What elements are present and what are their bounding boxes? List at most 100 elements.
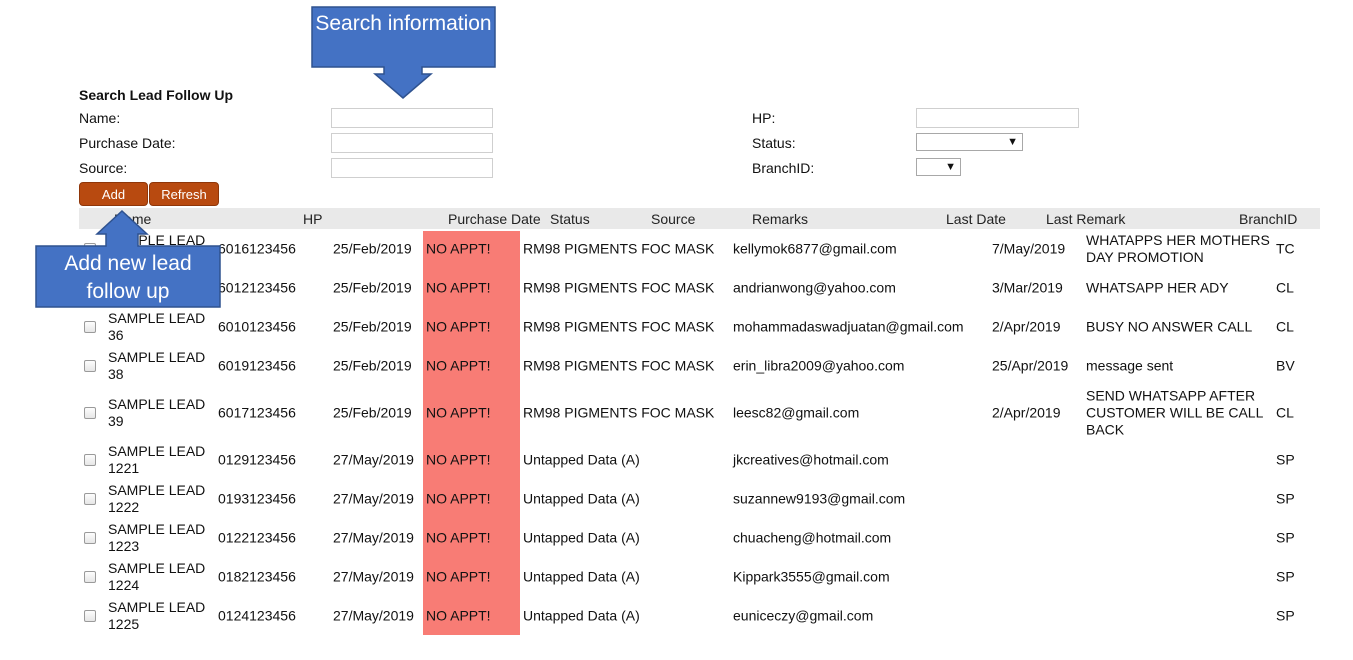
source-cell: Untapped Data (A) (523, 451, 640, 468)
purchase-date-cell: 25/Feb/2019 (333, 240, 412, 257)
hp-cell: 0193123456 (218, 490, 296, 507)
source-cell: Untapped Data (A) (523, 529, 640, 546)
name-label: Name: (79, 110, 121, 126)
hp-input[interactable] (916, 108, 1079, 128)
source-cell: RM98 PIGMENTS FOC MASK (523, 318, 715, 335)
name-cell: SAMPLE LEAD 36 (108, 310, 206, 343)
status-cell: NO APPT! (426, 404, 491, 421)
name-cell: SAMPLE LEAD 1222 (108, 482, 206, 515)
row-checkbox[interactable] (84, 321, 96, 333)
search-callout: Search information (311, 6, 496, 100)
purchase-date-cell: 25/Feb/2019 (333, 279, 412, 296)
last-remark-cell: message sent (1086, 357, 1174, 374)
last-date-cell: 3/Mar/2019 (992, 279, 1063, 296)
row-checkbox[interactable] (84, 454, 96, 466)
source-cell: Untapped Data (A) (523, 607, 640, 624)
purchase-date-cell: 27/May/2019 (333, 529, 414, 546)
source-cell: RM98 PIGMENTS FOC MASK (523, 240, 715, 257)
source-label: Source: (79, 160, 128, 176)
name-cell: SAMPLE LEAD 39 (108, 396, 206, 429)
status-cell: NO APPT! (426, 279, 491, 296)
status-cell: NO APPT! (426, 357, 491, 374)
row-checkbox[interactable] (84, 610, 96, 622)
last-remark-cell: SEND WHATSAPP AFTER CUSTOMER WILL BE CAL… (1086, 387, 1263, 438)
last-date-cell: 2/Apr/2019 (992, 404, 1061, 421)
add-callout-text: Add new lead follow up (64, 252, 192, 303)
column-header-remarks[interactable]: Remarks (752, 211, 808, 227)
last-date-cell: 25/Apr/2019 (992, 357, 1069, 374)
branch-cell: TC (1276, 240, 1295, 257)
last-remark-cell: BUSY NO ANSWER CALL (1086, 318, 1253, 335)
branch-cell: SP (1276, 607, 1295, 624)
name-cell: SAMPLE LEAD 38 (108, 349, 206, 382)
purchase-date-cell: 27/May/2019 (333, 607, 414, 624)
branch-select[interactable]: ▼ (916, 158, 961, 176)
hp-cell: 6012123456 (218, 279, 296, 296)
column-header-last-date[interactable]: Last Date (946, 211, 1006, 227)
branch-cell: CL (1276, 318, 1294, 335)
status-cell: NO APPT! (426, 490, 491, 507)
status-cell: NO APPT! (426, 529, 491, 546)
remarks-cell: andrianwong@yahoo.com (733, 279, 896, 296)
chevron-down-icon: ▼ (1007, 136, 1018, 148)
purchase-date-cell: 27/May/2019 (333, 451, 414, 468)
name-cell: SAMPLE LEAD 1225 (108, 599, 206, 632)
form-title: Search Lead Follow Up (79, 87, 234, 103)
last-date-cell: 2/Apr/2019 (992, 318, 1061, 335)
row-checkbox[interactable] (84, 532, 96, 544)
source-cell: Untapped Data (A) (523, 490, 640, 507)
purchase-date-cell: 25/Feb/2019 (333, 318, 412, 335)
row-checkbox[interactable] (84, 407, 96, 419)
branch-cell: SP (1276, 568, 1295, 585)
hp-cell: 0122123456 (218, 529, 296, 546)
last-remark-cell: WHATAPPS HER MOTHERS DAY PROMOTION (1086, 232, 1270, 265)
column-header-source[interactable]: Source (651, 211, 695, 227)
remarks-cell: mohammadaswadjuatan@gmail.com (733, 318, 964, 335)
purchase-date-cell: 27/May/2019 (333, 490, 414, 507)
hp-cell: 6016123456 (218, 240, 296, 257)
branch-cell: SP (1276, 490, 1295, 507)
status-cell: NO APPT! (426, 451, 491, 468)
remarks-cell: suzannew9193@gmail.com (733, 490, 906, 507)
source-cell: RM98 PIGMENTS FOC MASK (523, 404, 715, 421)
branch-cell: CL (1276, 404, 1294, 421)
status-label: Status: (752, 135, 796, 151)
hp-cell: 6017123456 (218, 404, 296, 421)
name-cell: SAMPLE LEAD 1223 (108, 521, 206, 554)
column-header-status[interactable]: Status (550, 211, 590, 227)
remarks-cell: chuacheng@hotmail.com (733, 529, 892, 546)
row-checkbox[interactable] (84, 493, 96, 505)
last-date-cell: 7/May/2019 (992, 240, 1066, 257)
branch-cell: BV (1276, 357, 1295, 374)
name-cell: SAMPLE LEAD 1224 (108, 560, 206, 593)
purchase-date-cell: 27/May/2019 (333, 568, 414, 585)
refresh-button[interactable]: Refresh (149, 182, 219, 206)
purchase-date-input[interactable] (331, 133, 493, 153)
branch-cell: SP (1276, 451, 1295, 468)
column-header-purchase-date[interactable]: Purchase Date (448, 211, 541, 227)
source-cell: RM98 PIGMENTS FOC MASK (523, 279, 715, 296)
add-button[interactable]: Add (79, 182, 148, 206)
column-header-hp[interactable]: HP (303, 211, 322, 227)
status-cell: NO APPT! (426, 568, 491, 585)
status-cell: NO APPT! (426, 240, 491, 257)
purchase-date-cell: 25/Feb/2019 (333, 357, 412, 374)
status-cell: NO APPT! (426, 607, 491, 624)
remarks-cell: Kippark3555@gmail.com (733, 568, 890, 585)
column-header-branch[interactable]: BranchID (1239, 211, 1297, 227)
column-header-last-remark[interactable]: Last Remark (1046, 211, 1125, 227)
table-header (79, 208, 1320, 229)
name-input[interactable] (331, 108, 493, 128)
source-cell: RM98 PIGMENTS FOC MASK (523, 357, 715, 374)
row-checkbox[interactable] (84, 360, 96, 372)
status-select[interactable]: ▼ (916, 133, 1023, 151)
chevron-down-icon: ▼ (945, 161, 956, 173)
hp-cell: 0124123456 (218, 607, 296, 624)
row-checkbox[interactable] (84, 571, 96, 583)
hp-cell: 6019123456 (218, 357, 296, 374)
remarks-cell: kellymok6877@gmail.com (733, 240, 897, 257)
source-cell: Untapped Data (A) (523, 568, 640, 585)
source-input[interactable] (331, 158, 493, 178)
remarks-cell: euniceczy@gmail.com (733, 607, 874, 624)
purchase-date-label: Purchase Date: (79, 135, 176, 151)
